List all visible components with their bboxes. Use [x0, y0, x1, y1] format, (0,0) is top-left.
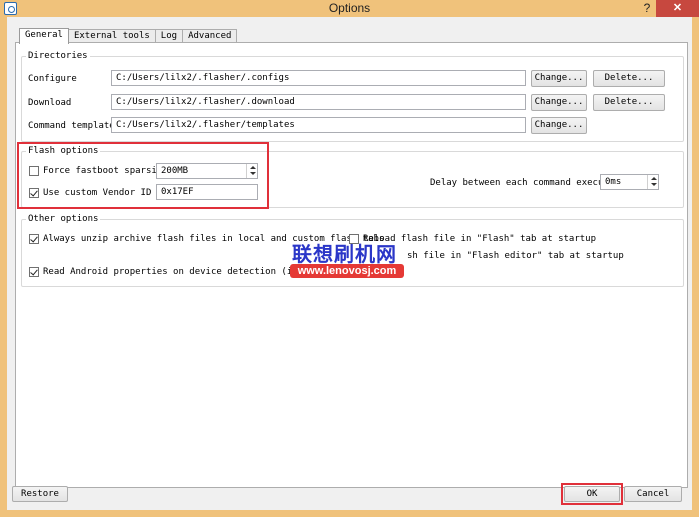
- command-templates-path-field[interactable]: C:/Users/lilx2/.flasher/templates: [111, 117, 526, 133]
- tab-log[interactable]: Log: [154, 29, 184, 43]
- directories-title: Directories: [26, 51, 90, 61]
- delay-spinner-icon[interactable]: [647, 175, 658, 189]
- read-properties-label: Read Android properties on device detect…: [43, 267, 325, 277]
- window-title: Options: [328, 1, 371, 15]
- cancel-button[interactable]: Cancel: [624, 486, 682, 502]
- tab-advanced[interactable]: Advanced: [182, 29, 238, 43]
- close-button[interactable]: ✕: [656, 0, 699, 17]
- delay-label: Delay between each command execution: [430, 178, 626, 188]
- command-templates-label: Command templates: [28, 121, 121, 131]
- tab-bar: General External tools Log Advanced: [19, 28, 238, 44]
- download-change-button[interactable]: Change...: [531, 94, 587, 111]
- configure-delete-button[interactable]: Delete...: [593, 70, 665, 87]
- delay-field[interactable]: 0ms: [600, 174, 659, 190]
- ok-highlight: [561, 483, 623, 505]
- download-label: Download: [28, 98, 72, 108]
- watermark-url: www.lenovosj.com: [290, 264, 404, 278]
- configure-label: Configure: [28, 74, 77, 84]
- title-bar: Options ? ✕: [0, 0, 699, 17]
- read-properties-checkbox[interactable]: [29, 267, 39, 277]
- download-delete-button[interactable]: Delete...: [593, 94, 665, 111]
- directories-group: Directories Configure C:/Users/lilx2/.fl…: [21, 51, 684, 142]
- watermark-text: 联想刷机网: [292, 242, 397, 266]
- other-options-title: Other options: [26, 214, 101, 224]
- reload-editor-label: sh file in "Flash editor" tab at startup: [407, 251, 624, 261]
- always-unzip-checkbox[interactable]: [29, 234, 39, 244]
- configure-change-button[interactable]: Change...: [531, 70, 587, 87]
- watermark: 联想刷机网 www.lenovosj.com: [284, 238, 414, 282]
- flash-options-highlight: [17, 142, 269, 209]
- delay-value: 0ms: [605, 177, 622, 187]
- help-button[interactable]: ?: [640, 0, 654, 16]
- command-templates-change-button[interactable]: Change...: [531, 117, 587, 134]
- tab-external-tools[interactable]: External tools: [67, 29, 156, 43]
- configure-path-field[interactable]: C:/Users/lilx2/.flasher/.configs: [111, 70, 526, 86]
- restore-button[interactable]: Restore: [12, 486, 68, 502]
- download-path-field[interactable]: C:/Users/lilx2/.flasher/.download: [111, 94, 526, 110]
- tab-general[interactable]: General: [19, 28, 69, 44]
